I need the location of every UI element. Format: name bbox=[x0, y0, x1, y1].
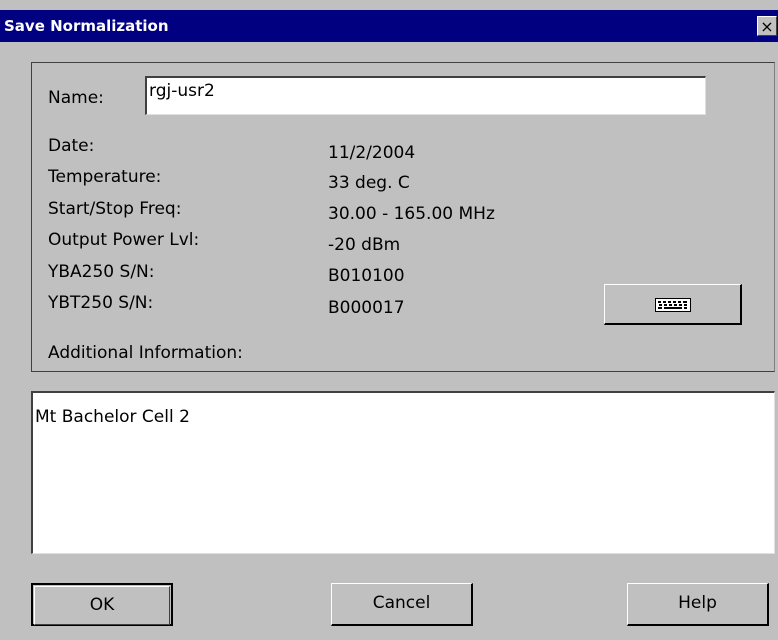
keyboard-icon bbox=[655, 298, 691, 312]
power-level-label: Output Power Lvl: bbox=[48, 230, 200, 250]
yba250-sn-label: YBA250 S/N: bbox=[48, 262, 155, 282]
date-value: 11/2/2004 bbox=[328, 143, 416, 163]
power-level-value: -20 dBm bbox=[328, 235, 401, 255]
keyboard-button[interactable] bbox=[604, 284, 742, 325]
ok-button-label: OK bbox=[34, 586, 170, 625]
name-label: Name: bbox=[48, 88, 104, 108]
additional-info-label: Additional Information: bbox=[48, 343, 243, 363]
ybt250-sn-label: YBT250 S/N: bbox=[48, 293, 154, 313]
additional-info-textarea[interactable]: Mt Bachelor Cell 2 bbox=[31, 391, 775, 554]
title-bar: Save Normalization × bbox=[0, 10, 778, 42]
freq-value: 30.00 - 165.00 MHz bbox=[328, 204, 495, 224]
cancel-button[interactable]: Cancel bbox=[331, 583, 473, 626]
help-button[interactable]: Help bbox=[627, 583, 769, 626]
temperature-value: 33 deg. C bbox=[328, 173, 410, 193]
name-input[interactable] bbox=[145, 76, 706, 115]
date-label: Date: bbox=[48, 136, 95, 156]
close-button[interactable]: × bbox=[757, 16, 777, 36]
temperature-label: Temperature: bbox=[48, 167, 162, 187]
ybt250-sn-value: B000017 bbox=[328, 298, 405, 318]
freq-label: Start/Stop Freq: bbox=[48, 199, 182, 219]
window-title: Save Normalization bbox=[4, 17, 169, 35]
ok-button[interactable]: OK bbox=[31, 583, 173, 626]
yba250-sn-value: B010100 bbox=[328, 266, 405, 286]
